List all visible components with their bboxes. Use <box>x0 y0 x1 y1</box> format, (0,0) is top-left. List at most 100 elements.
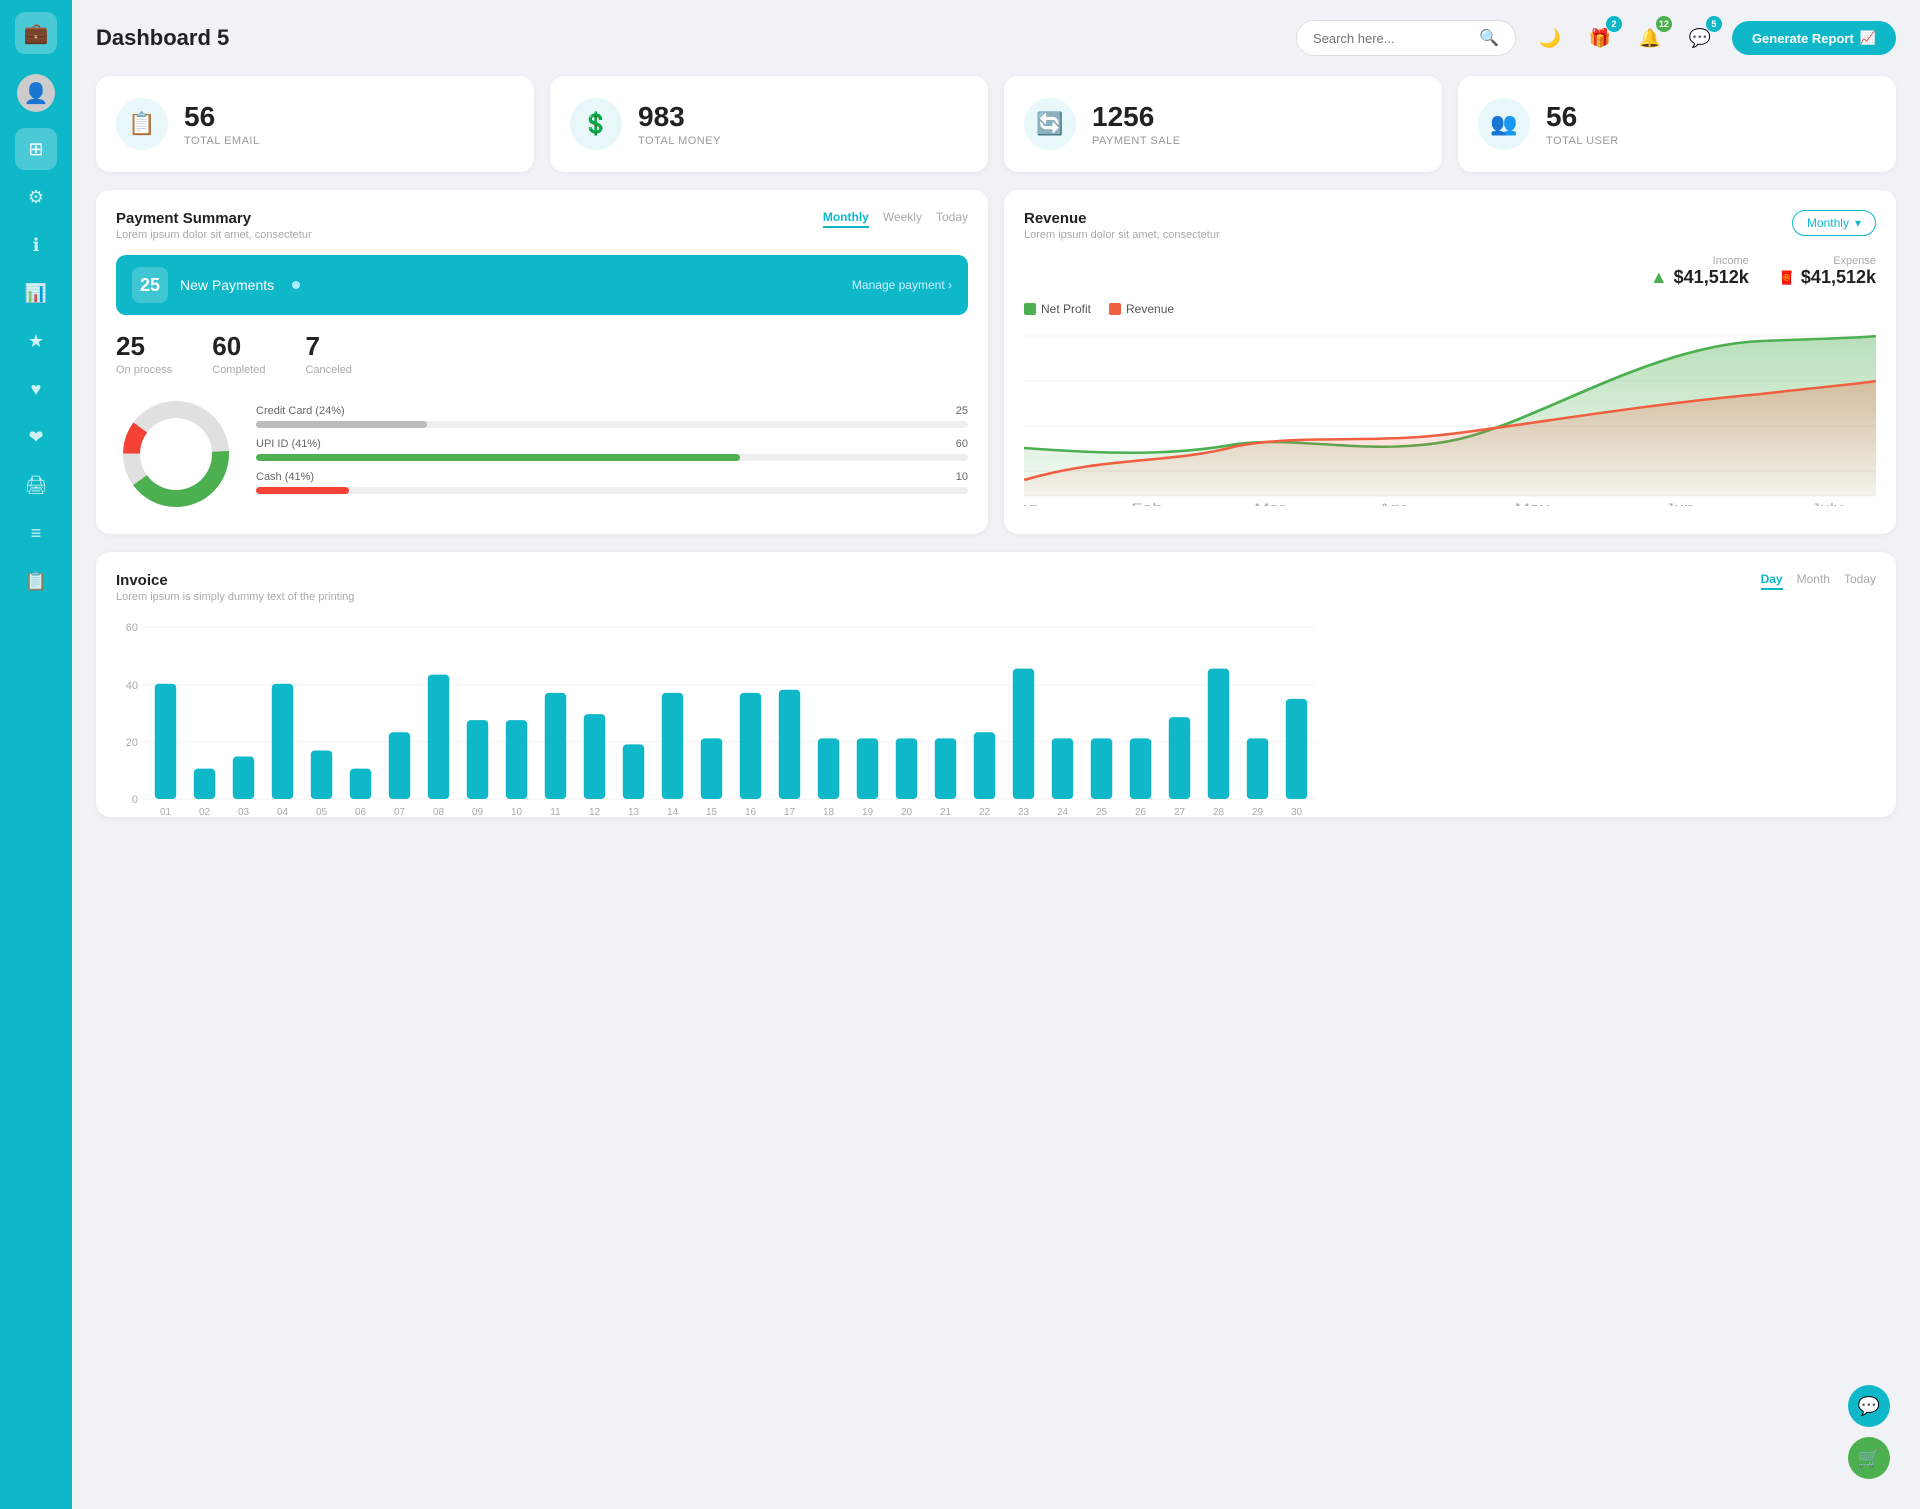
gift-badge: 2 <box>1606 16 1622 32</box>
stat-card-payment-sale: 🔄 1256 PAYMENT SALE <box>1004 76 1442 172</box>
support-float-btn[interactable]: 💬 <box>1848 1385 1890 1427</box>
page-title: Dashboard 5 <box>96 25 1280 51</box>
bar-20 <box>896 738 917 799</box>
tab-monthly[interactable]: Monthly <box>823 210 869 228</box>
tab-weekly[interactable]: Weekly <box>883 210 922 228</box>
svg-text:03: 03 <box>238 807 250 818</box>
svg-text:16: 16 <box>745 807 757 818</box>
stat-card-total-user: 👥 56 TOTAL USER <box>1458 76 1896 172</box>
bar-7 <box>389 732 410 799</box>
metrics-row: 25 On process 60 Completed 7 Canceled <box>116 331 968 376</box>
metric-completed: 60 Completed <box>212 331 265 376</box>
bar-22 <box>974 732 995 799</box>
new-payments-label: New Payments <box>180 277 274 293</box>
revenue-title: Revenue <box>1024 210 1220 227</box>
bar-10 <box>506 720 527 799</box>
payment-summary-header: Payment Summary Lorem ipsum dolor sit am… <box>116 210 968 241</box>
svg-text:11: 11 <box>550 807 561 818</box>
upi-bar-wrap <box>256 454 968 461</box>
chart-legend: Net Profit Revenue <box>1024 302 1876 316</box>
svg-text:17: 17 <box>784 807 796 818</box>
revenue-chart: Jan Feb Mar Apr May Jun July 120 90 60 3… <box>1024 326 1876 506</box>
invoice-header: Invoice Lorem ipsum is simply dummy text… <box>116 572 1876 603</box>
svg-text:0: 0 <box>132 794 138 806</box>
gift-icon-btn[interactable]: 🎁 2 <box>1582 20 1618 56</box>
income-value: $41,512k <box>1674 267 1749 288</box>
chart-icon: 📈 <box>1860 30 1876 46</box>
revenue-sub: Lorem ipsum dolor sit amet, consectetur <box>1024 229 1220 241</box>
progress-label-credit: Credit Card (24%) 25 <box>256 405 968 417</box>
metric-on-process-val: 25 <box>116 331 172 362</box>
bell-icon-btn[interactable]: 🔔 12 <box>1632 20 1668 56</box>
sidebar-item-analytics[interactable]: 📊 <box>15 272 57 314</box>
user-icon: 👥 <box>1478 98 1530 150</box>
bar-6 <box>350 769 371 799</box>
income-label: Income <box>1650 255 1749 267</box>
metric-completed-val: 60 <box>212 331 265 362</box>
content-row: Payment Summary Lorem ipsum dolor sit am… <box>96 190 1896 534</box>
stat-card-total-money: 💲 983 TOTAL MONEY <box>550 76 988 172</box>
new-payments-left: 25 New Payments <box>132 267 300 303</box>
sidebar-item-star[interactable]: ★ <box>15 320 57 362</box>
sidebar-item-print[interactable]: 🖨 <box>15 464 57 506</box>
metric-completed-lbl: Completed <box>212 364 265 376</box>
chat-badge: 5 <box>1706 16 1722 32</box>
email-label: TOTAL EMAIL <box>184 135 260 147</box>
invoice-tab-day[interactable]: Day <box>1761 572 1783 590</box>
sidebar-item-settings[interactable]: ⚙ <box>15 176 57 218</box>
svg-text:Jan: Jan <box>1024 501 1039 506</box>
expense-stat: Expense 🧧 $41,512k <box>1779 255 1876 288</box>
svg-text:28: 28 <box>1213 807 1225 818</box>
bar-12 <box>584 714 605 799</box>
sidebar: 💼 👤 ⊞ ⚙ ℹ 📊 ★ ♥ ❤ 🖨 ≡ 📋 <box>0 0 72 1509</box>
stat-info-email: 56 TOTAL EMAIL <box>184 101 260 147</box>
theme-toggle[interactable]: 🌙 <box>1532 20 1568 56</box>
money-label: TOTAL MONEY <box>638 135 721 147</box>
svg-text:26: 26 <box>1135 807 1147 818</box>
sidebar-item-dashboard[interactable]: ⊞ <box>15 128 57 170</box>
email-icon: 📋 <box>116 98 168 150</box>
invoice-sub: Lorem ipsum is simply dummy text of the … <box>116 591 354 603</box>
revenue-tab-monthly: Monthly <box>1807 216 1849 230</box>
sidebar-item-doc[interactable]: 📋 <box>15 560 57 602</box>
svg-text:20: 20 <box>901 807 913 818</box>
manage-payment-link[interactable]: Manage payment › <box>852 278 952 292</box>
tab-today[interactable]: Today <box>936 210 968 228</box>
revenue-stats: Income ▲ $41,512k Expense 🧧 $41,512k <box>1024 255 1876 288</box>
chevron-down-icon: ▾ <box>1855 216 1861 230</box>
invoice-tab-month[interactable]: Month <box>1797 572 1830 590</box>
bar-19 <box>857 738 878 799</box>
svg-text:05: 05 <box>316 807 328 818</box>
search-input[interactable] <box>1313 31 1471 46</box>
stat-card-total-email: 📋 56 TOTAL EMAIL <box>96 76 534 172</box>
invoice-tab-today[interactable]: Today <box>1844 572 1876 590</box>
sidebar-item-heart2[interactable]: ❤ <box>15 416 57 458</box>
cash-bar-wrap <box>256 487 968 494</box>
sidebar-item-info[interactable]: ℹ <box>15 224 57 266</box>
revenue-monthly-dropdown[interactable]: Monthly ▾ <box>1792 210 1876 236</box>
sidebar-item-heart[interactable]: ♥ <box>15 368 57 410</box>
income-stat: Income ▲ $41,512k <box>1650 255 1749 288</box>
svg-text:60: 60 <box>126 622 138 634</box>
svg-text:15: 15 <box>706 807 718 818</box>
sidebar-item-list[interactable]: ≡ <box>15 512 57 554</box>
metric-on-process-lbl: On process <box>116 364 172 376</box>
sidebar-logo: 💼 <box>15 12 57 54</box>
stat-info-payment: 1256 PAYMENT SALE <box>1092 101 1181 147</box>
svg-text:13: 13 <box>628 807 640 818</box>
cart-float-btn[interactable]: 🛒 <box>1848 1437 1890 1479</box>
new-payments-bar: 25 New Payments Manage payment › <box>116 255 968 315</box>
generate-report-button[interactable]: Generate Report 📈 <box>1732 21 1896 55</box>
credit-count: 25 <box>956 405 968 417</box>
stats-row: 📋 56 TOTAL EMAIL 💲 983 TOTAL MONEY 🔄 125… <box>96 76 1896 172</box>
search-icon: 🔍 <box>1479 28 1499 48</box>
bar-2 <box>194 769 215 799</box>
chat-icon-btn[interactable]: 💬 5 <box>1682 20 1718 56</box>
stat-info-user: 56 TOTAL USER <box>1546 101 1619 147</box>
avatar[interactable]: 👤 <box>17 74 55 112</box>
header: Dashboard 5 🔍 🌙 🎁 2 🔔 12 💬 5 Generate Re… <box>96 20 1896 56</box>
float-buttons: 💬 🛒 <box>1848 1385 1890 1479</box>
svg-text:24: 24 <box>1057 807 1069 818</box>
svg-text:22: 22 <box>979 807 991 818</box>
search-bar[interactable]: 🔍 <box>1296 20 1516 56</box>
